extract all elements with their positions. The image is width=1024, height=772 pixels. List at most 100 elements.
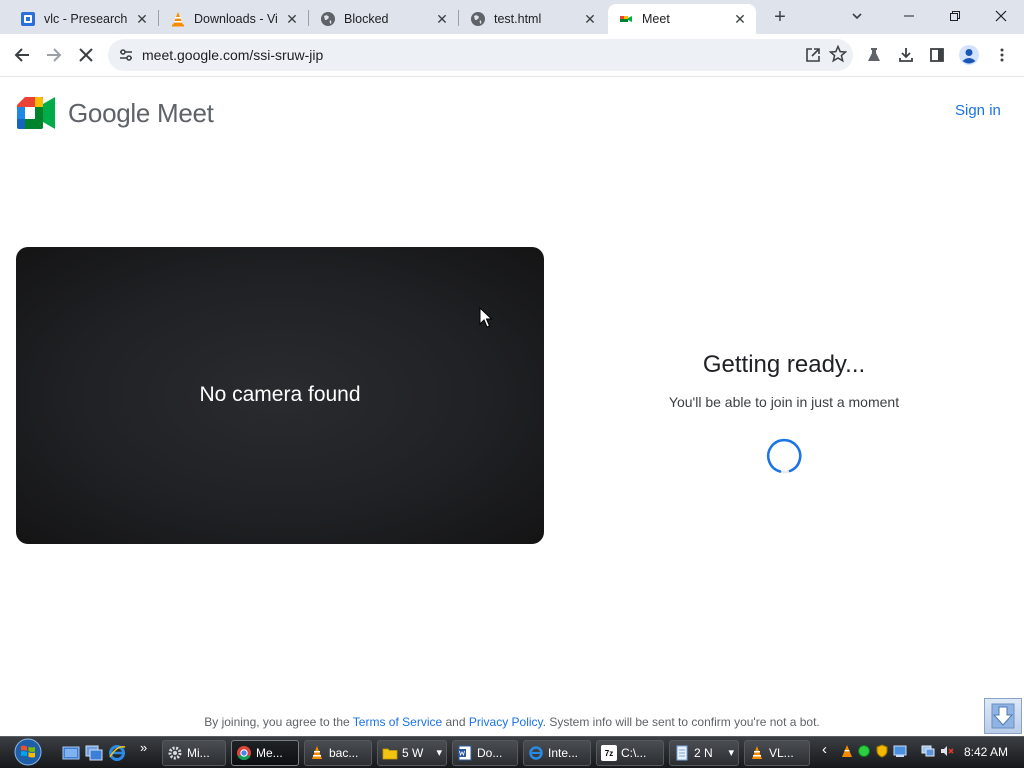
taskbar-group-dropdown-icon[interactable]: ▾	[436, 746, 442, 759]
url-text[interactable]: meet.google.com/ssi-sruw-jip	[142, 47, 323, 63]
restore-icon	[950, 11, 960, 21]
tab-title: Meet	[642, 12, 670, 26]
stop-loading-button[interactable]	[71, 40, 101, 70]
meet-icon	[618, 11, 634, 27]
close-tab-icon[interactable]: ✕	[730, 9, 750, 29]
tab-strip: vlc - Presearch ✕ Downloads - Vi ✕ Block…	[0, 0, 1024, 34]
meet-logo-text[interactable]: Google Meet	[68, 98, 214, 129]
close-tab-icon[interactable]: ✕	[580, 9, 600, 29]
notepad-icon	[674, 745, 690, 761]
taskbar-item-inte[interactable]: Inte...	[523, 740, 591, 766]
stop-icon	[79, 48, 93, 62]
chrome-icon	[236, 745, 252, 761]
vlc-cone-icon	[170, 11, 186, 27]
7zip-icon: 7z	[601, 745, 617, 761]
download-arrow-icon	[991, 703, 1015, 729]
forward-arrow-icon	[47, 48, 62, 62]
network-tray-icon[interactable]	[893, 744, 907, 758]
back-arrow-icon	[14, 48, 29, 62]
internet-explorer-icon[interactable]	[108, 744, 126, 762]
taskbar-item-meet[interactable]: Me...	[231, 740, 299, 766]
close-tab-icon[interactable]: ✕	[282, 9, 302, 29]
taskbar-item-2n[interactable]: 2 N ▾	[669, 740, 739, 766]
taskbar-item-label: Inte...	[548, 746, 579, 760]
terms-footer: By joining, you agree to the Terms of Se…	[0, 715, 1024, 729]
mouse-cursor-icon	[479, 306, 493, 334]
download-widget[interactable]	[984, 698, 1022, 734]
terms-of-service-link[interactable]: Terms of Service	[353, 715, 442, 729]
taskbar-item-label: Mi...	[187, 746, 210, 760]
start-button[interactable]	[10, 737, 46, 767]
footer-and: and	[445, 715, 466, 729]
sign-in-link[interactable]: Sign in	[955, 102, 1001, 119]
presearch-icon	[20, 11, 36, 27]
word-document-icon	[457, 745, 473, 761]
vlc-tray-icon[interactable]	[840, 744, 854, 758]
display-tray-icon[interactable]	[921, 744, 935, 758]
tray-expand-icon[interactable]: ‹	[822, 741, 827, 758]
minimize-button[interactable]	[886, 0, 932, 32]
profile-button[interactable]	[954, 40, 984, 70]
show-desktop-icon[interactable]	[62, 744, 80, 762]
close-tab-icon[interactable]: ✕	[432, 9, 452, 29]
security-shield-tray-icon[interactable]	[875, 744, 889, 758]
camera-status-text: No camera found	[199, 383, 361, 406]
taskbar-group-dropdown-icon[interactable]: ▾	[728, 746, 734, 759]
downloads-button[interactable]	[891, 40, 921, 70]
tab-search-button[interactable]	[834, 0, 880, 32]
close-tab-icon[interactable]: ✕	[132, 9, 152, 29]
chevron-down-icon	[852, 13, 862, 20]
taskbar-item-7zip[interactable]: 7z C:\...	[596, 740, 664, 766]
camera-preview: No camera found	[16, 247, 544, 544]
kebab-menu-icon	[1000, 48, 1004, 62]
getting-ready-title: Getting ready...	[702, 351, 866, 378]
globe-icon	[470, 11, 486, 27]
footer-suffix: . System info will be sent to confirm yo…	[542, 715, 820, 729]
site-info-icon[interactable]	[118, 47, 134, 68]
footer-prefix: By joining, you agree to the	[204, 715, 350, 729]
loading-spinner-icon	[766, 438, 802, 474]
tab-blocked[interactable]: Blocked ✕	[310, 4, 458, 34]
restore-button[interactable]	[932, 0, 978, 32]
tab-title: Blocked	[344, 12, 389, 26]
labs-button[interactable]	[859, 40, 889, 70]
taskbar-item-label: 2 N	[694, 746, 713, 760]
side-panel-icon	[930, 48, 944, 62]
tab-downloads[interactable]: Downloads - Vi ✕	[160, 4, 308, 34]
taskbar-item-label: Me...	[256, 746, 283, 760]
tab-test-html[interactable]: test.html ✕	[460, 4, 606, 34]
forward-button[interactable]	[39, 40, 69, 70]
taskbar-item-mi[interactable]: Mi...	[162, 740, 226, 766]
tab-title: test.html	[494, 12, 542, 26]
minimize-icon	[904, 15, 914, 17]
taskbar-item-bac[interactable]: bac...	[304, 740, 372, 766]
share-icon[interactable]	[804, 46, 822, 69]
address-bar[interactable]: meet.google.com/ssi-sruw-jip	[108, 39, 853, 71]
privacy-policy-link[interactable]: Privacy Policy	[469, 715, 543, 729]
status-green-tray-icon[interactable]	[857, 744, 871, 758]
windows-orb-icon	[14, 738, 42, 766]
internet-explorer-icon	[528, 745, 544, 761]
tab-vlc-presearch[interactable]: vlc - Presearch ✕	[10, 4, 158, 34]
taskbar-item-label: C:\...	[621, 746, 647, 760]
globe-icon	[320, 11, 336, 27]
quick-launch-more-icon[interactable]: »	[140, 740, 147, 755]
bookmark-star-icon[interactable]	[828, 44, 848, 68]
close-window-button[interactable]	[978, 0, 1024, 32]
side-panel-button[interactable]	[922, 40, 952, 70]
taskbar-item-do[interactable]: Do...	[452, 740, 518, 766]
taskbar-item-5w[interactable]: 5 W ▾	[377, 740, 447, 766]
vlc-cone-icon	[309, 745, 325, 761]
download-icon	[899, 48, 913, 62]
taskbar-item-label: bac...	[329, 746, 359, 760]
tab-meet[interactable]: Meet ✕	[608, 4, 756, 34]
speaker-muted-icon[interactable]	[940, 744, 954, 758]
close-icon	[995, 10, 1007, 22]
menu-button[interactable]	[987, 40, 1017, 70]
taskbar-item-vlc[interactable]: VL...	[744, 740, 810, 766]
switch-windows-icon[interactable]	[85, 744, 103, 762]
back-button[interactable]	[7, 40, 37, 70]
system-clock[interactable]: 8:42 AM	[964, 745, 1008, 759]
new-tab-button[interactable]: +	[768, 6, 792, 28]
tab-title: vlc - Presearch	[44, 12, 128, 26]
